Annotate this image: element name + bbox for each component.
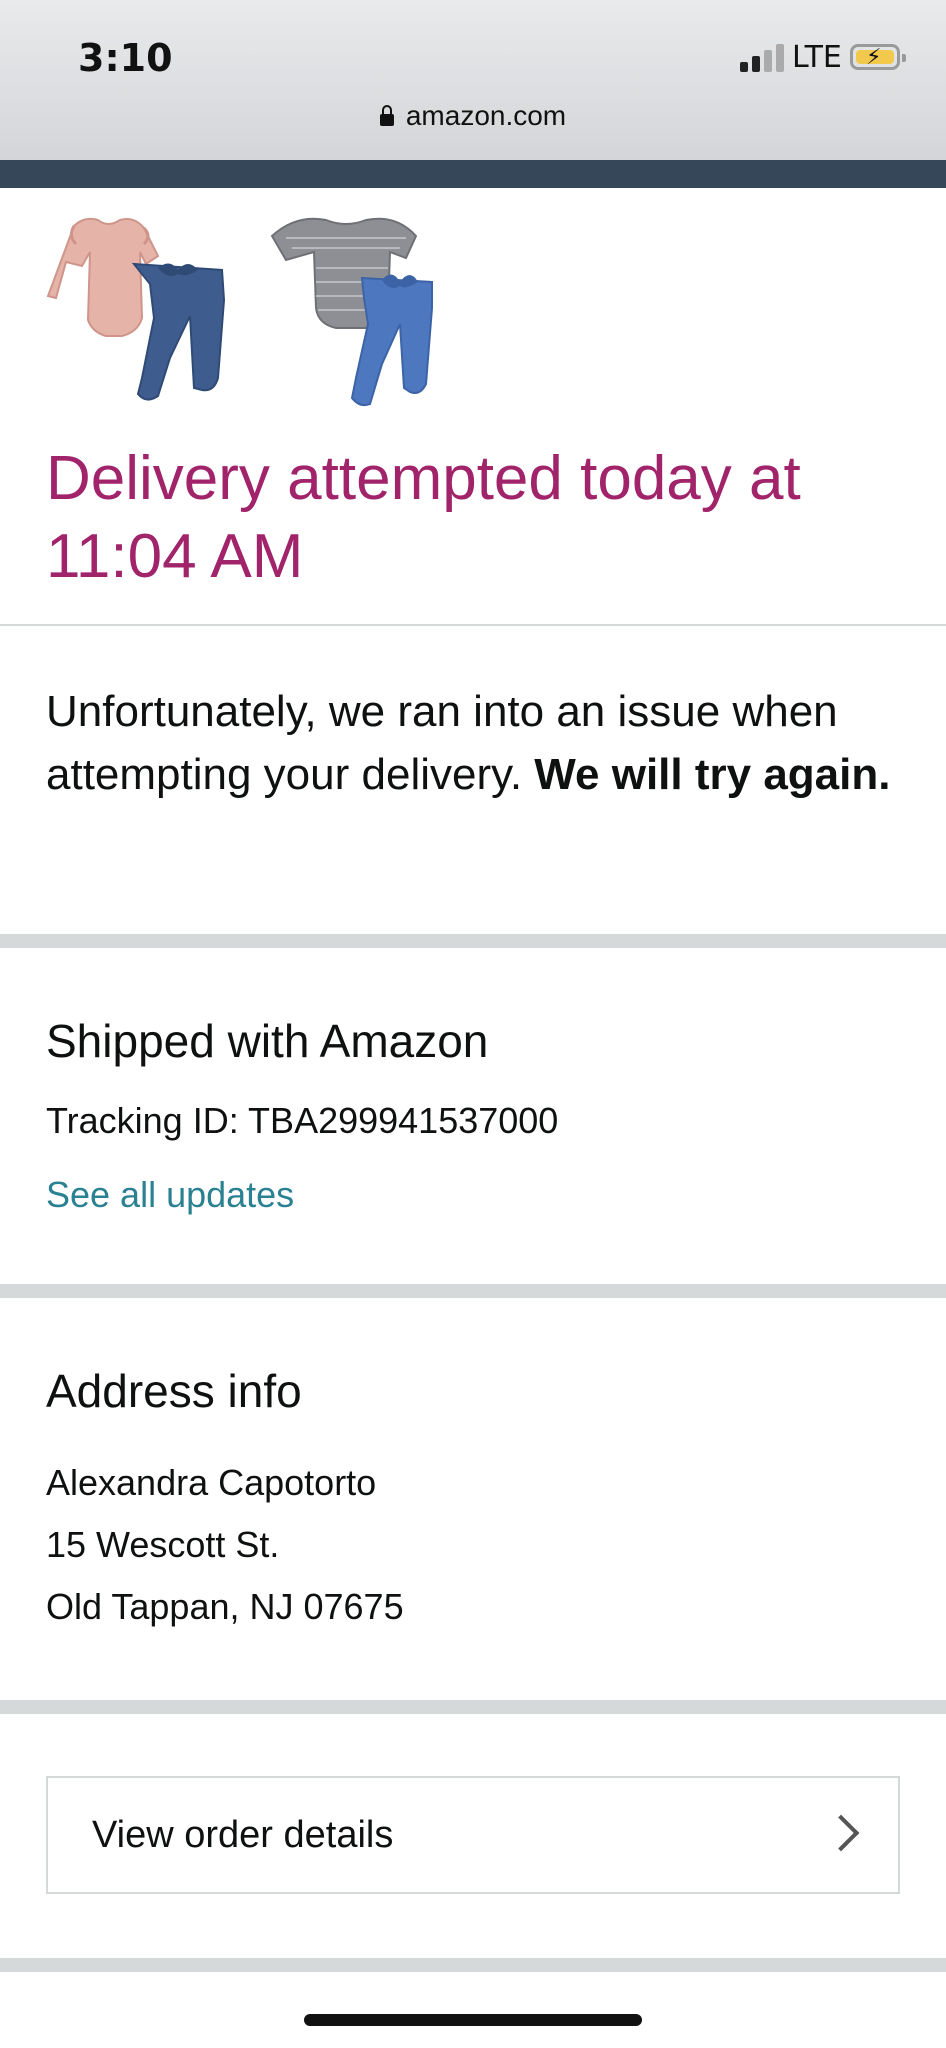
gray-romper-illustration [270, 217, 433, 407]
delivery-headline: Delivery attempted today at 11:04 AM [46, 444, 801, 591]
address-city: Old Tappan, NJ 07675 [46, 1586, 404, 1627]
cellular-signal-icon [740, 42, 786, 72]
network-type: LTE [792, 40, 842, 75]
tracking-id: Tracking ID: TBA299941537000 [46, 1100, 559, 1141]
lock-icon [379, 105, 394, 126]
see-all-updates-link[interactable]: See all updates [46, 1174, 294, 1216]
amazon-nav-strip [0, 160, 946, 188]
status-time: 3:10 [78, 36, 173, 80]
section-divider [0, 1958, 946, 1972]
home-indicator[interactable] [304, 2014, 642, 2026]
pink-romper-illustration [46, 217, 226, 401]
address-name: Alexandra Capotorto [46, 1462, 377, 1503]
url-text: amazon.com [405, 100, 567, 131]
delivery-message-bold: We will try again. [534, 750, 891, 799]
battery-charging-icon: ⚡ [850, 44, 906, 70]
section-divider [0, 1700, 946, 1714]
view-order-details-button[interactable]: View order details [46, 1776, 900, 1894]
address-title: Address info [46, 1365, 302, 1417]
shipping-title: Shipped with Amazon [46, 1015, 489, 1067]
address-street: 15 Wescott St. [46, 1524, 280, 1565]
browser-chrome: 3:10 LTE ⚡ amazon.com [0, 0, 946, 160]
delivery-message: Unfortunately, we ran into an issue when… [46, 680, 896, 806]
url-bar[interactable]: amazon.com [0, 100, 946, 132]
chevron-right-icon [822, 1814, 860, 1852]
divider [0, 624, 946, 626]
product-image-gray-romper[interactable] [266, 208, 456, 408]
product-image-pink-romper[interactable] [46, 208, 236, 408]
section-divider [0, 934, 946, 948]
section-divider [0, 1284, 946, 1298]
view-order-details-label: View order details [92, 1814, 394, 1856]
